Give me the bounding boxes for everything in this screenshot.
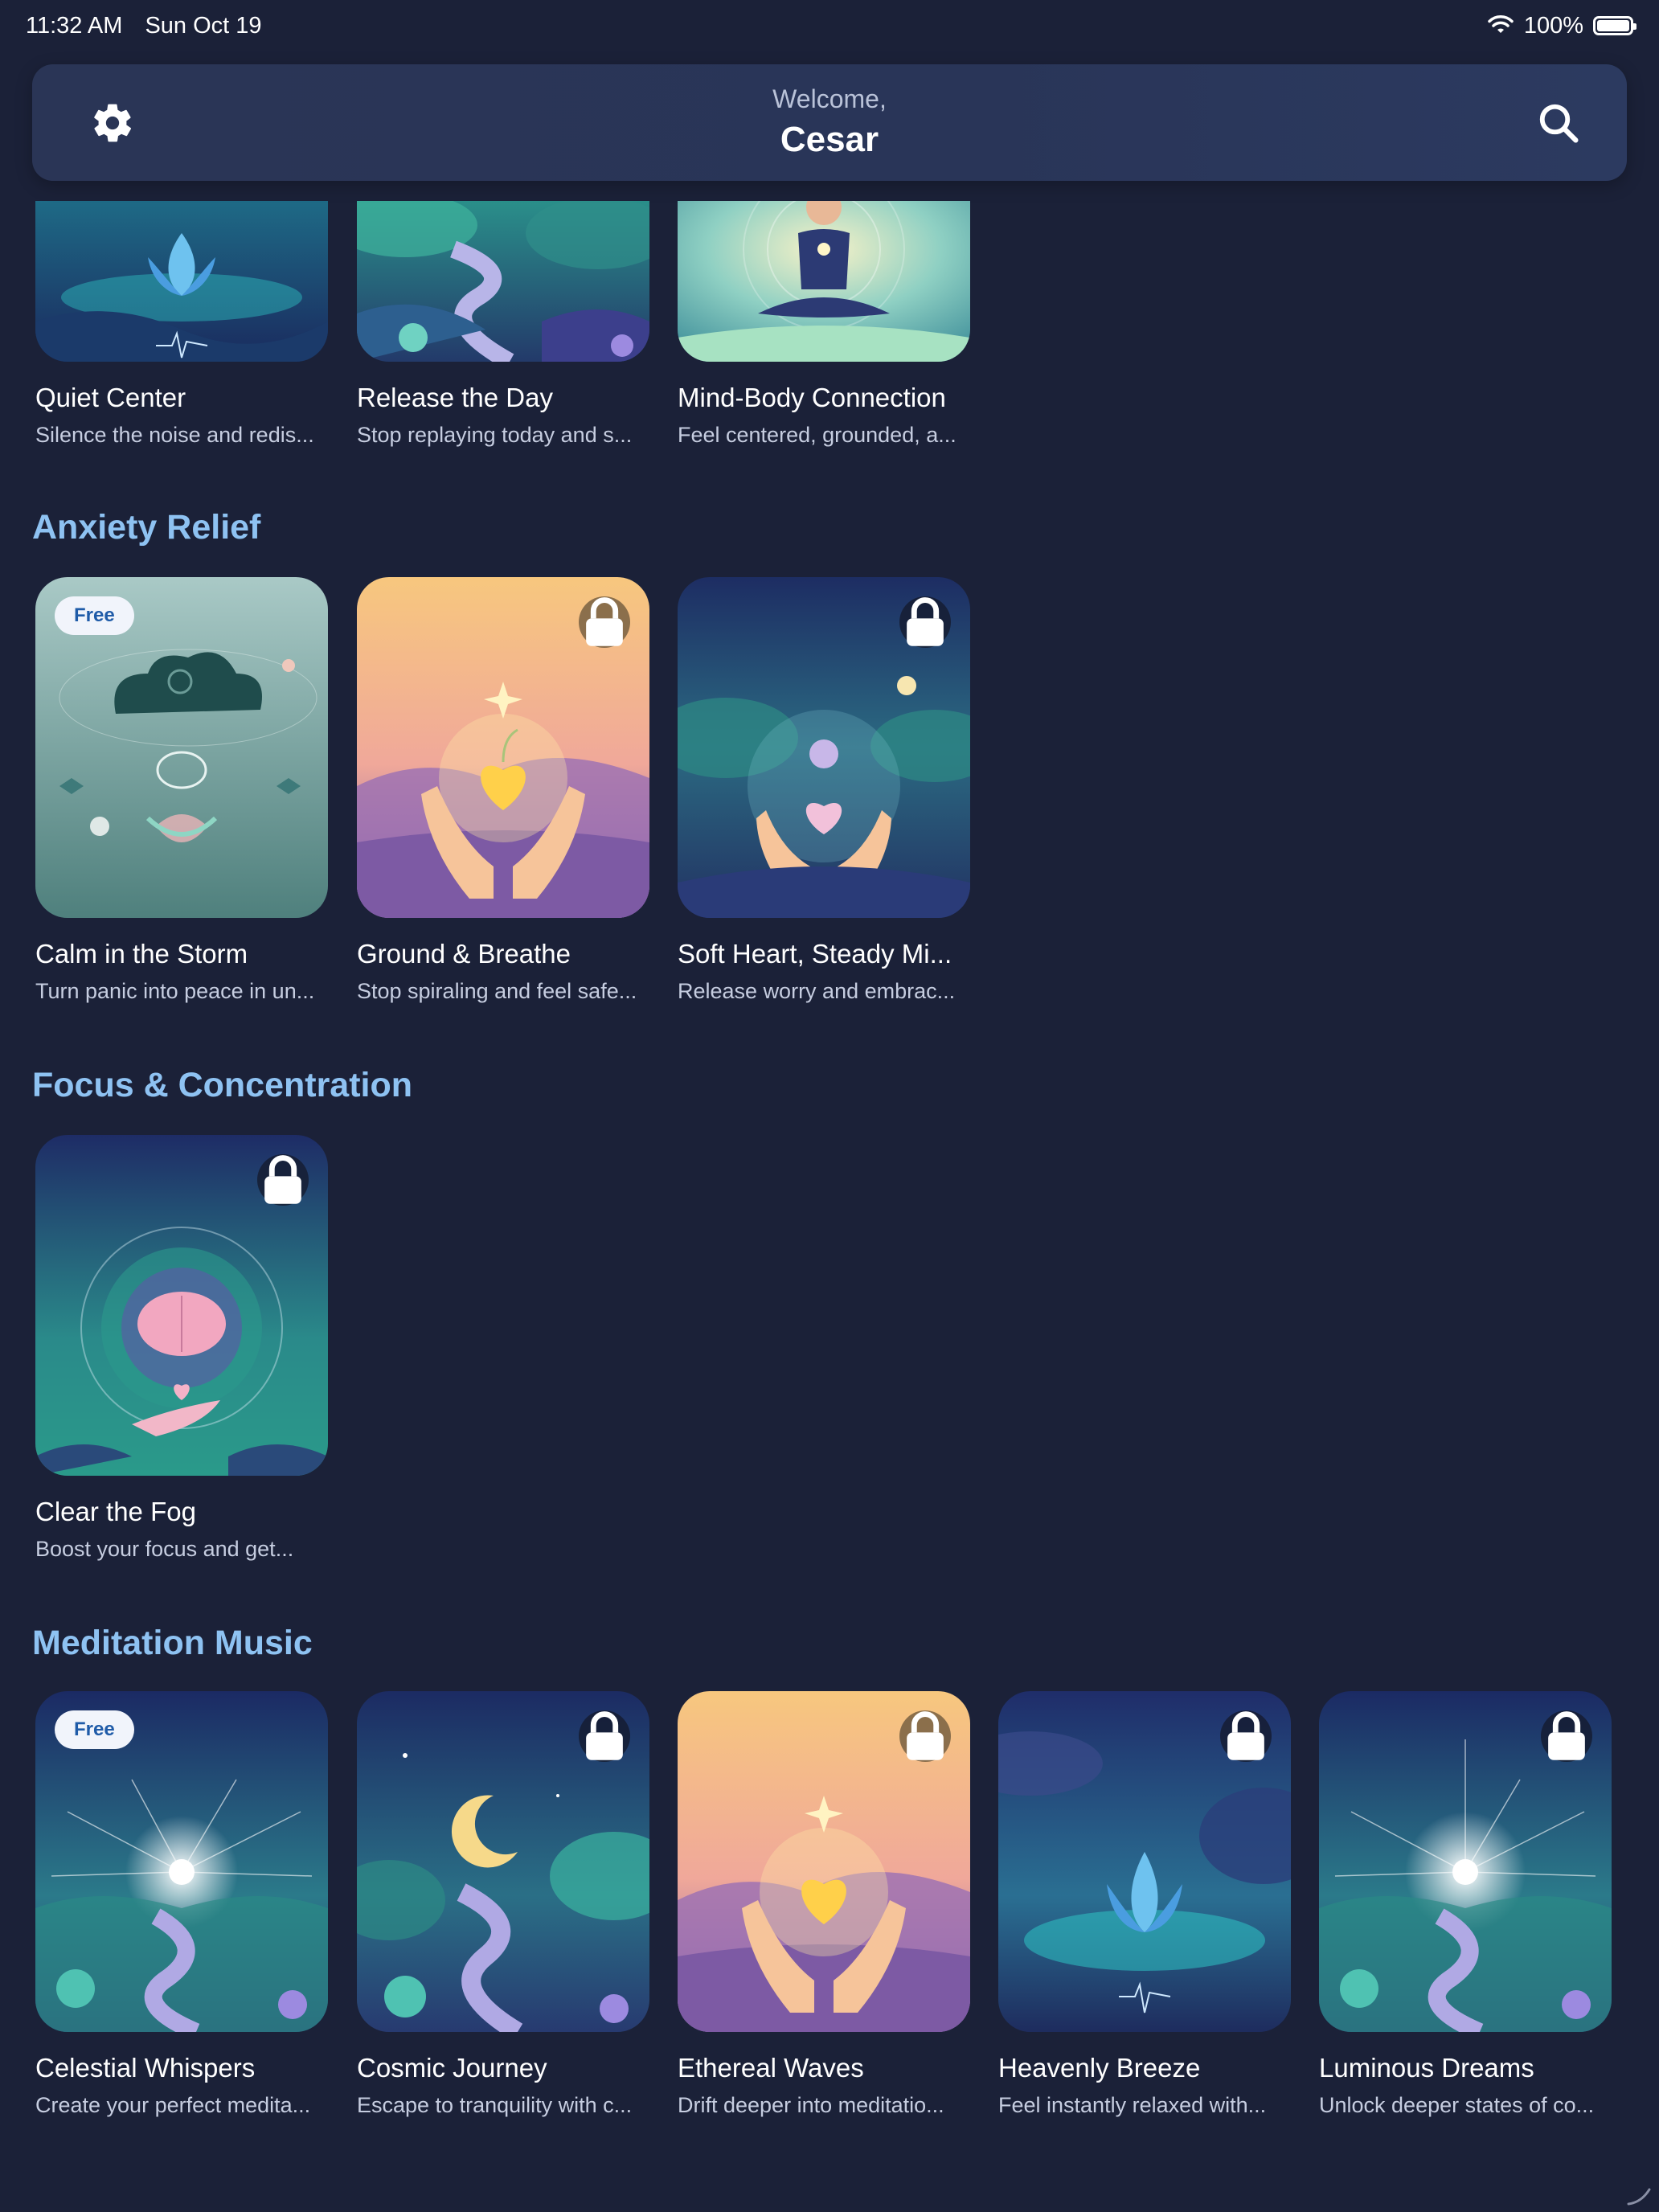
card-celestial-whispers[interactable]: Free Celestial Whispers Create your perf… [35,1691,328,2118]
card-thumbnail [678,577,970,918]
card-title: Heavenly Breeze [998,2053,1201,2083]
card-title: Celestial Whispers [35,2053,256,2083]
card-thumbnail [357,1691,649,2032]
lock-icon [586,1711,623,1760]
card-subtitle: Escape to tranquility with c... [357,2093,633,2117]
card-subtitle: Turn panic into peace in un... [35,979,315,1003]
card-release-the-day[interactable]: Release the Day Stop replaying today and… [357,201,649,448]
card-soft-heart-steady-mind[interactable]: Soft Heart, Steady Mi... Release worry a… [678,577,970,1004]
card-clear-the-fog[interactable]: Clear the Fog Boost your focus and get..… [35,1135,328,1562]
card-title: Ground & Breathe [357,939,571,969]
card-title: Cosmic Journey [357,2053,547,2083]
card-title: Release the Day [357,383,553,412]
user-name: Cesar [780,120,879,160]
card-calm-in-the-storm[interactable]: Free Calm in the Storm Turn panic into p… [35,577,328,1004]
card-subtitle: Release worry and embrac... [678,979,956,1003]
card-title: Mind-Body Connection [678,383,946,412]
lock-icon [1227,1711,1264,1760]
card-thumbnail [678,201,970,362]
card-ethereal-waves[interactable]: Ethereal Waves Drift deeper into meditat… [678,1691,970,2118]
card-subtitle: Stop replaying today and s... [357,423,633,447]
lock-badge [579,596,630,648]
card-subtitle: Feel instantly relaxed with... [998,2093,1267,2117]
section-title-meditation-music: Meditation Music [32,1624,313,1662]
card-ground-and-breathe[interactable]: Ground & Breathe Stop spiraling and feel… [357,577,649,1004]
card-thumbnail [35,201,328,362]
lock-badge [899,1710,951,1762]
card-thumbnail [1319,1691,1612,2032]
lock-icon [586,597,623,646]
card-thumbnail: Free [35,577,328,918]
lock-badge [1220,1710,1272,1762]
card-subtitle: Feel centered, grounded, a... [678,423,956,447]
card-subtitle: Create your perfect medita... [35,2093,311,2117]
lock-badge [257,1154,309,1206]
lock-badge [1541,1710,1592,1762]
card-thumbnail: Free [35,1691,328,2032]
welcome-header: Welcome, Cesar [32,64,1627,181]
card-thumbnail [35,1135,328,1476]
welcome-greeting: Welcome, [772,84,887,113]
card-subtitle: Boost your focus and get... [35,1537,294,1561]
free-badge: Free [55,596,134,635]
card-subtitle: Unlock deeper states of co... [1319,2093,1595,2117]
card-thumbnail [678,1691,970,2032]
lock-badge [899,596,951,648]
lock-icon [1548,1711,1585,1760]
card-mind-body-connection[interactable]: Mind-Body Connection Feel centered, grou… [678,201,970,448]
gear-icon[interactable] [90,100,135,145]
card-subtitle: Stop spiraling and feel safe... [357,979,637,1003]
resize-handle-icon[interactable] [1625,2180,1653,2207]
card-thumbnail [998,1691,1291,2032]
lock-icon [907,1711,944,1760]
card-subtitle: Drift deeper into meditatio... [678,2093,944,2117]
card-title: Calm in the Storm [35,939,248,969]
card-thumbnail [357,577,649,918]
search-icon[interactable] [1537,101,1580,145]
lock-badge [579,1710,630,1762]
lock-icon [907,597,944,646]
card-subtitle: Silence the noise and redis... [35,423,314,447]
content-scroll[interactable]: Quiet Center Silence the noise and redis… [0,0,1659,2212]
welcome-text: Welcome, Cesar [772,84,887,160]
card-title: Luminous Dreams [1319,2053,1534,2083]
card-title: Ethereal Waves [678,2053,864,2083]
card-cosmic-journey[interactable]: Cosmic Journey Escape to tranquility wit… [357,1691,649,2118]
card-quiet-center[interactable]: Quiet Center Silence the noise and redis… [35,201,328,448]
section-title-focus-and-concentration: Focus & Concentration [32,1066,413,1104]
lock-icon [264,1155,301,1204]
free-badge: Free [55,1710,134,1749]
card-title: Quiet Center [35,383,186,412]
card-luminous-dreams[interactable]: Luminous Dreams Unlock deeper states of … [1319,1691,1612,2118]
card-thumbnail [357,201,649,362]
card-heavenly-breeze[interactable]: Heavenly Breeze Feel instantly relaxed w… [998,1691,1291,2118]
card-title: Clear the Fog [35,1497,196,1526]
card-title: Soft Heart, Steady Mi... [678,939,952,969]
section-title-anxiety-relief: Anxiety Relief [32,508,261,547]
